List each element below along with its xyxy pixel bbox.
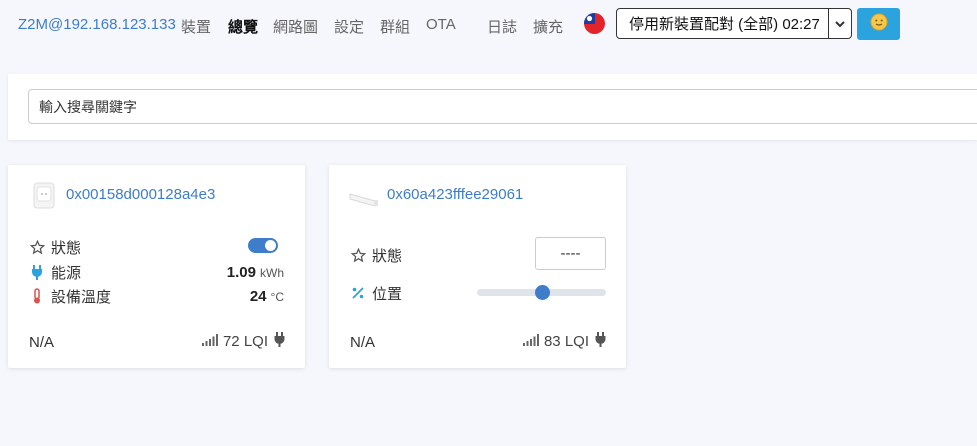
position-slider[interactable] xyxy=(477,285,606,300)
last-seen-text: N/A xyxy=(29,334,55,351)
signal-icon xyxy=(522,333,539,350)
temperature-number: 24 xyxy=(249,288,267,305)
state-toggle[interactable] xyxy=(248,238,278,253)
plug-icon xyxy=(29,264,45,280)
temperature-row: 設備溫度 xyxy=(29,286,111,306)
search-input[interactable] xyxy=(28,89,977,124)
device-footer-right: 72 LQI xyxy=(201,332,285,351)
temperature-value: 24 °C xyxy=(250,288,284,305)
state-value-box[interactable]: ---- xyxy=(535,237,606,270)
device-card: 0x60a423fffee29061 狀態 ---- 位置 N/A 83 LQI xyxy=(329,165,626,368)
theme-toggle-button[interactable] xyxy=(857,8,900,40)
brand-link[interactable]: Z2M@192.168.123.133 xyxy=(18,16,176,33)
language-flag-icon[interactable] xyxy=(584,13,605,34)
nav-logs[interactable]: 日誌 xyxy=(487,16,517,37)
position-slider-thumb[interactable] xyxy=(534,285,550,300)
device-card-header: 0x60a423fffee29061 xyxy=(329,165,626,223)
energy-label: 能源 xyxy=(51,264,82,282)
energy-value: 1.09 kWh xyxy=(227,264,284,281)
mains-power-icon xyxy=(274,332,285,351)
curtain-motor-icon xyxy=(349,189,379,212)
search-panel xyxy=(8,74,977,140)
energy-unit: kWh xyxy=(260,266,284,280)
top-navbar: Z2M@192.168.123.133 裝置 總覽 網路圖 設定 群組 OTA … xyxy=(0,0,977,52)
star-outline-icon xyxy=(29,239,45,255)
thermometer-icon xyxy=(29,288,45,304)
nav-devices[interactable]: 裝置 xyxy=(181,16,211,37)
smart-plug-icon xyxy=(32,181,56,216)
nav-ota[interactable]: OTA xyxy=(426,16,456,33)
percent-icon xyxy=(350,285,366,301)
state-row: 狀態 xyxy=(350,245,402,265)
energy-number: 1.09 xyxy=(226,264,256,281)
nav-groups[interactable]: 群組 xyxy=(380,16,410,37)
nav-dashboard[interactable]: 總覽 xyxy=(228,16,258,37)
permit-join-label: 停用新裝置配對 (全部) 02:27 xyxy=(629,16,820,33)
device-card-header: 0x00158d000128a4e3 xyxy=(8,165,305,223)
state-row: 狀態 xyxy=(29,237,81,257)
sun-face-icon xyxy=(870,13,888,36)
temperature-unit: °C xyxy=(270,290,284,304)
position-label: 位置 xyxy=(372,285,403,303)
position-row: 位置 xyxy=(350,283,402,303)
chevron-down-icon[interactable] xyxy=(828,9,851,38)
energy-row: 能源 xyxy=(29,262,81,282)
lqi-text: 72 LQI xyxy=(222,333,268,350)
state-label: 狀態 xyxy=(51,239,82,257)
nav-extensions[interactable]: 擴充 xyxy=(533,16,563,37)
nav-map[interactable]: 網路圖 xyxy=(273,16,318,37)
permit-join-button[interactable]: 停用新裝置配對 (全部) 02:27 xyxy=(616,8,852,39)
mains-power-icon xyxy=(595,332,606,351)
temperature-label: 設備溫度 xyxy=(51,288,112,306)
star-outline-icon xyxy=(350,247,366,263)
state-value: ---- xyxy=(560,245,581,262)
signal-icon xyxy=(201,333,218,350)
lqi-text: 83 LQI xyxy=(543,333,589,350)
device-footer-right: 83 LQI xyxy=(522,332,606,351)
device-id-link[interactable]: 0x60a423fffee29061 xyxy=(387,186,523,203)
nav-settings[interactable]: 設定 xyxy=(334,16,364,37)
last-seen-text: N/A xyxy=(350,334,376,351)
device-card: 0x00158d000128a4e3 狀態 能源 1.09 kWh 設備溫度 24… xyxy=(8,165,305,368)
device-id-link[interactable]: 0x00158d000128a4e3 xyxy=(66,186,215,203)
state-label: 狀態 xyxy=(372,247,403,265)
